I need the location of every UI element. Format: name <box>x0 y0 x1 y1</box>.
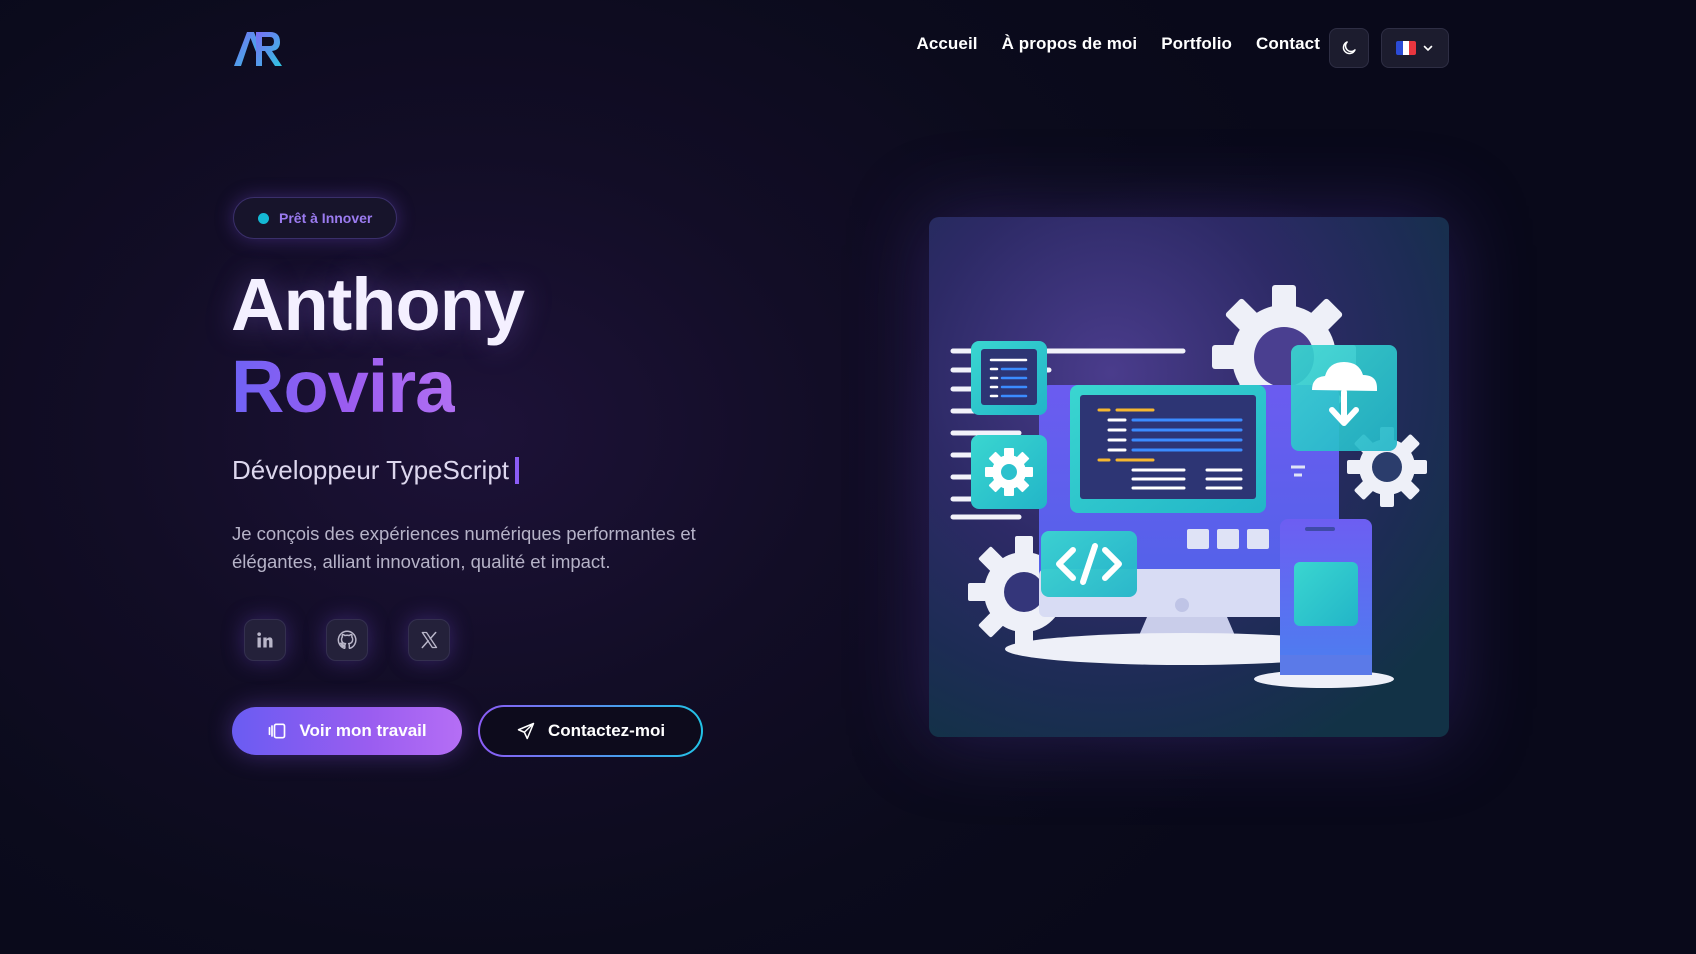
role-text: Développeur TypeScript <box>232 455 510 485</box>
hero-first-name: Anthony <box>231 263 525 346</box>
send-icon <box>517 722 535 740</box>
document-card <box>971 341 1047 415</box>
developer-illustration <box>950 285 1427 688</box>
linkedin-icon <box>257 632 273 648</box>
language-selector[interactable] <box>1381 28 1449 68</box>
typing-caret <box>515 457 520 484</box>
logo[interactable] <box>232 28 284 68</box>
view-work-label: Voir mon travail <box>299 721 427 740</box>
nav-link-portfolio[interactable]: Portfolio <box>1161 34 1232 54</box>
code-tag-card <box>1041 531 1137 597</box>
cloud-download-card <box>1291 345 1397 451</box>
settings-card <box>971 435 1047 509</box>
gallery-icon <box>269 723 286 739</box>
hero-illustration <box>929 217 1449 737</box>
top-navigation: Accueil À propos de moi Portfolio Contac… <box>0 0 1696 96</box>
x-icon <box>421 631 438 649</box>
fr-flag-icon <box>1396 41 1416 55</box>
x-link[interactable] <box>408 619 450 661</box>
hero-description: Je conçois des expériences numériques pe… <box>232 523 696 572</box>
status-dot <box>258 212 269 224</box>
theme-toggle-button[interactable] <box>1329 28 1369 68</box>
github-link[interactable] <box>326 619 368 661</box>
moon-icon <box>1342 41 1356 55</box>
github-icon <box>337 630 357 649</box>
hero-role: Développeur TypeScript <box>232 455 520 486</box>
nav-links: Accueil À propos de moi Portfolio Contac… <box>916 34 1320 54</box>
contact-me-label: Contactez-moi <box>547 721 666 740</box>
view-work-button[interactable]: Voir mon travail <box>232 707 462 755</box>
nav-link-accueil[interactable]: Accueil <box>916 34 977 54</box>
code-window <box>1070 385 1266 513</box>
social-links <box>244 619 450 661</box>
nav-link-contact[interactable]: Contact <box>1256 34 1320 54</box>
badge-label: Prêt à Innover <box>279 210 373 226</box>
nav-link-a-propos[interactable]: À propos de moi <box>1002 34 1138 54</box>
linkedin-link[interactable] <box>244 619 286 661</box>
hero-last-name: Rovira <box>231 345 456 428</box>
status-badge: Prêt à Innover <box>233 197 398 239</box>
contact-me-button[interactable]: Contactez-moi <box>478 705 703 757</box>
chevron-down-icon <box>1423 45 1433 52</box>
